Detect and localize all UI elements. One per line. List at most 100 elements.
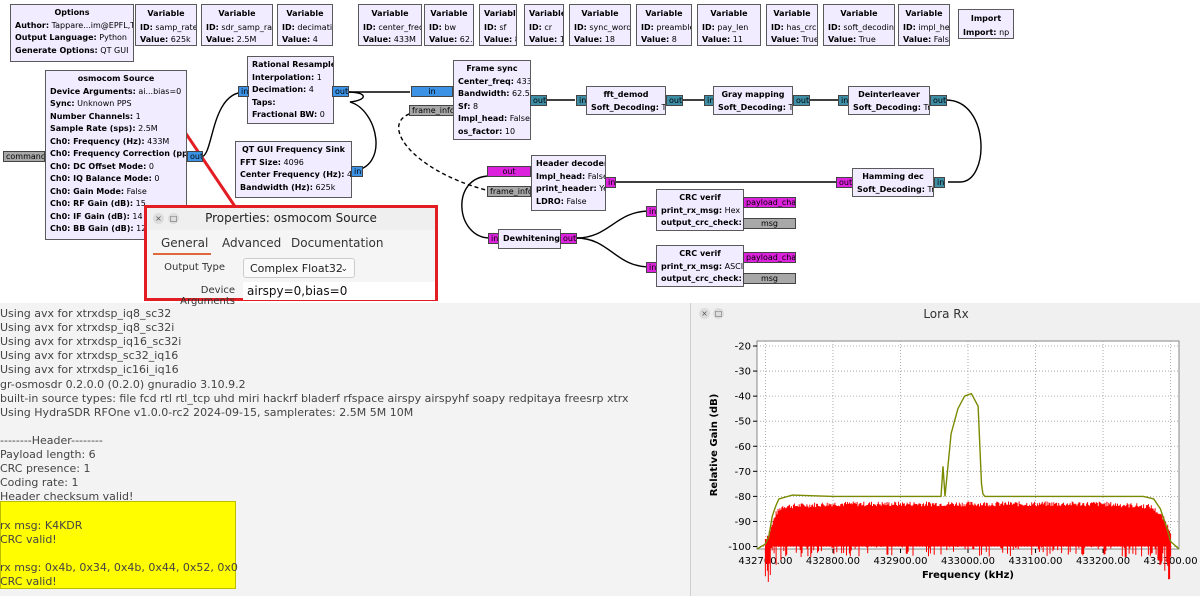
y-tick-label: -100 <box>728 542 751 553</box>
variable-block-sync-word[interactable]: Variable ID: sync_word Value: 18 <box>569 4 631 46</box>
param-row: Soft_Decoding: True <box>857 184 934 194</box>
resampler-in-port[interactable]: in <box>238 86 249 97</box>
variable-title: Variable <box>581 9 619 18</box>
param-row: Bandwidth (Hz): 625k <box>240 182 336 192</box>
chevron-down-icon: ⌄ <box>340 264 348 274</box>
framesync-in-port[interactable]: in <box>411 86 453 97</box>
resampler-out-port[interactable]: out <box>332 86 349 97</box>
crc1-payload-port[interactable]: payload_char <box>743 197 796 208</box>
deint-out-port[interactable]: out <box>930 95 947 106</box>
variable-block-samp-rate[interactable]: Variable ID: samp_rate Value: 625k <box>135 4 197 46</box>
fft-demod-block[interactable]: fft_demod Soft_Decoding: True <box>586 86 666 115</box>
param-row: Output Language: Python <box>15 33 127 42</box>
param-row: Decimation: 4 <box>252 85 314 94</box>
y-tick-label: -20 <box>735 342 751 353</box>
lora-rx-window[interactable]: × □ Lora Rx 432700.00 432800.00 432900.00 4… <box>690 303 1200 596</box>
rational-resampler-block[interactable]: Rational Resampler Interpolation: 1 Decim… <box>247 56 334 124</box>
crc2-msg-port[interactable]: msg <box>743 273 796 284</box>
variable-title: Variable <box>905 9 943 18</box>
deint-title: Deinterleaver <box>858 90 920 99</box>
variable-block-decimation[interactable]: Variable ID: decimation Value: 4 <box>277 4 333 46</box>
hamming-dec-block[interactable]: Hamming dec Soft_Decoding: True <box>852 168 934 197</box>
x-tick-label: 432800.00 <box>806 556 860 567</box>
framesync-out-port[interactable]: out <box>530 95 547 106</box>
options-block[interactable]: Options Author: Tappare...im@EPFL,TCL Out… <box>10 4 134 62</box>
dialog-titlebar[interactable]: × □ Properties: osmocom Source <box>147 208 435 230</box>
x-tick-label: 433200.00 <box>1076 556 1130 567</box>
console-line: Payload length: 6 <box>0 448 96 461</box>
crc1-msg-port[interactable]: msg <box>743 218 796 229</box>
param-row: Ch0: Frequency Correction (ppm): 0 <box>50 149 187 158</box>
variable-block-center-freq[interactable]: Variable ID: center_freq Value: 433M <box>358 4 422 46</box>
header-frameinfo-port[interactable]: frame_info <box>487 186 531 197</box>
param-row: Sync: Unknown PPS <box>50 99 132 108</box>
param-row: Impl_head: False <box>536 171 606 181</box>
variable-block-pay-len[interactable]: Variable ID: pay_len Value: 11 <box>697 4 761 46</box>
fftdemod-out-port[interactable]: out <box>666 95 683 106</box>
variable-id: ID: samp_rate <box>140 22 197 32</box>
console-line: CRC valid! <box>0 574 57 588</box>
console-line: built-in source types: file fcd rtl rtl_… <box>0 391 629 405</box>
console-line: rx msg: K4KDR <box>0 518 83 532</box>
header-decoder-block[interactable]: Header decoder Impl_head: False print_hea… <box>531 155 606 211</box>
tab-general[interactable]: General <box>161 236 208 250</box>
header-in-port[interactable]: in <box>605 177 616 188</box>
param-row: Center_freq: 433M <box>458 76 530 86</box>
crc-verif-ascii-block[interactable]: CRC verif print_rx_msg: ASCII output_crc_… <box>656 245 744 287</box>
dewhite-out-port[interactable]: out <box>560 233 577 244</box>
output-type-select[interactable]: Complex Float32 ⌄ <box>243 258 355 278</box>
device-args-input[interactable]: airspy=0,bias=0 <box>243 282 435 300</box>
variable-block-cr[interactable]: Variable ID: cr Value: 1 <box>524 4 564 46</box>
variable-title: Variable <box>218 9 256 18</box>
variable-title: Variable <box>773 9 811 18</box>
param-row: LDRO: False <box>536 196 587 206</box>
variable-block-preamble-len[interactable]: Variable ID: preamble_len Value: 8 <box>636 4 692 46</box>
deinterleaver-block[interactable]: Deinterleaver Soft_Decoding: True <box>848 86 930 115</box>
header-out-port[interactable]: out <box>487 166 531 177</box>
variable-block-soft-decoding[interactable]: Variable ID: soft_decoding Value: True <box>823 4 895 46</box>
command-port[interactable]: command <box>3 151 45 162</box>
param-row: Soft_Decoding: True <box>853 102 930 112</box>
x-tick-label: 432900.00 <box>873 556 927 567</box>
variable-block-has-crc[interactable]: Variable ID: has_crc Value: True <box>766 4 818 46</box>
freq-sink-block[interactable]: QT GUI Frequency Sink FFT Size: 4096 Cent… <box>235 141 352 198</box>
console-line: Using avx for xtrxdsp_iq8_sc32 <box>0 307 172 320</box>
param-row: Generate Options: QT GUI <box>15 45 129 55</box>
osmocom-out-port[interactable]: out <box>187 151 203 162</box>
console-line: rx msg: 0x4b, 0x34, 0x4b, 0x44, 0x52, 0x… <box>0 560 238 574</box>
options-title: Options <box>54 8 90 17</box>
variable-title: Variable <box>710 9 748 18</box>
crc2-payload-port[interactable]: payload_char <box>743 252 796 263</box>
hamming-out-port[interactable]: out <box>836 177 853 188</box>
tab-advanced[interactable]: Advanced <box>222 236 281 250</box>
variable-block-sdr-samp-rate[interactable]: Variable ID: sdr_samp_rate Value: 2.5M <box>201 4 273 46</box>
frame-sync-block[interactable]: Frame sync Center_freq: 433M Bandwidth: 6… <box>453 60 531 140</box>
properties-dialog[interactable]: × □ Properties: osmocom Source General A… <box>144 205 438 307</box>
header-title: Header decoder <box>536 159 606 168</box>
variable-value: Value: True <box>771 35 818 44</box>
y-axis-label: Relative Gain (dB) <box>709 394 720 497</box>
freqsink-in-port[interactable]: in <box>351 166 363 177</box>
import-label: Import: <box>963 27 997 37</box>
hamming-in-port[interactable]: in <box>934 177 945 188</box>
crc-verif-hex-block[interactable]: CRC verif print_rx_msg: Hex output_crc_ch… <box>656 189 744 231</box>
tab-documentation[interactable]: Documentation <box>291 236 384 250</box>
freqsink-title: QT GUI Frequency Sink <box>242 145 345 154</box>
param-row: Author: Tappare...im@EPFL,TCL <box>15 20 133 30</box>
variable-value: Value: 4 <box>282 35 318 44</box>
frequency-plot[interactable]: 432700.00 432800.00 432900.00 433000.00 4331… <box>691 323 1200 596</box>
variable-block-sf[interactable]: Variable ID: sf Value: 8 <box>479 4 517 46</box>
variable-block-bw[interactable]: Variable ID: bw Value: 62.5k <box>424 4 474 46</box>
variable-value: Value: 11 <box>702 35 743 44</box>
console-output[interactable]: Using avx for xtrxdsp_iq8_sc32 Using avx … <box>0 303 690 596</box>
dewhitening-block[interactable]: Dewhitening <box>498 229 561 249</box>
param-row: output_crc_check: No <box>661 218 742 227</box>
variable-block-impl-head[interactable]: Variable ID: impl_head Value: False <box>898 4 950 46</box>
gray-mapping-block[interactable]: Gray mapping Soft_Decoding: True <box>713 86 793 115</box>
variable-title: Variable <box>529 9 564 18</box>
import-block[interactable]: Import Import: np <box>958 9 1014 39</box>
framesync-frameinfo-port[interactable]: frame_info <box>409 105 455 116</box>
console-line: Coding rate: 1 <box>0 476 79 490</box>
gray-out-port[interactable]: out <box>793 95 810 106</box>
plot-window-title: Lora Rx <box>923 307 969 321</box>
